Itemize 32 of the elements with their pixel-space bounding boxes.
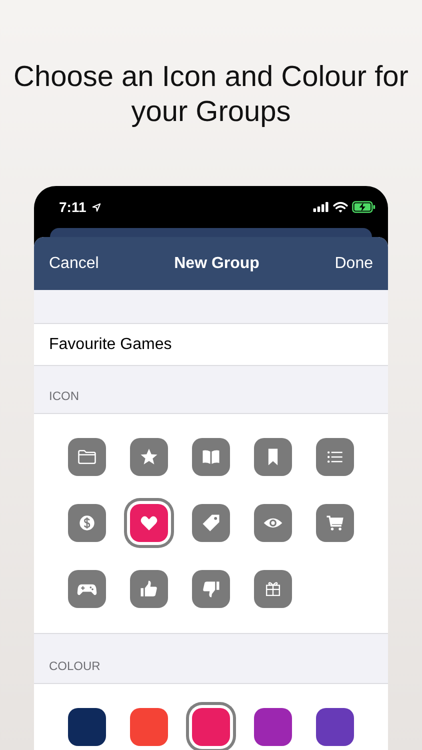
colour-swatch[interactable] [68,708,106,746]
colour-swatch[interactable] [316,708,354,746]
location-arrow-icon [92,202,102,212]
section-header: COLOUR [49,659,100,673]
colour-swatch[interactable] [254,708,292,746]
icon-option[interactable] [254,438,292,476]
signal-icon [313,202,329,212]
colour-swatch[interactable] [192,708,230,746]
icon-option[interactable] [130,570,168,608]
icon-option[interactable] [130,438,168,476]
headline: Choose an Icon and Colour for your Groups [12,60,410,130]
icon-option[interactable] [192,504,230,542]
icon-option[interactable] [68,438,106,476]
status-time: 7:11 [59,199,86,215]
icon-option[interactable] [254,504,292,542]
icon-option[interactable] [254,570,292,608]
wifi-icon [333,202,348,212]
icon-option[interactable] [68,504,106,542]
icon-option[interactable] [316,504,354,542]
done-button[interactable]: Done [334,254,373,272]
tag-icon [200,512,222,534]
nav-title: New Group [174,254,260,272]
cancel-button[interactable]: Cancel [49,254,99,272]
icon-option[interactable] [68,570,106,608]
group-name-field[interactable]: Favourite Games [34,324,388,366]
icon-option[interactable] [316,438,354,476]
icon-option[interactable] [192,570,230,608]
battery-charging-icon [352,201,376,213]
colour-swatch[interactable] [130,708,168,746]
section-header: ICON [49,389,79,403]
icon-option[interactable] [130,504,168,542]
icon-option[interactable] [192,438,230,476]
